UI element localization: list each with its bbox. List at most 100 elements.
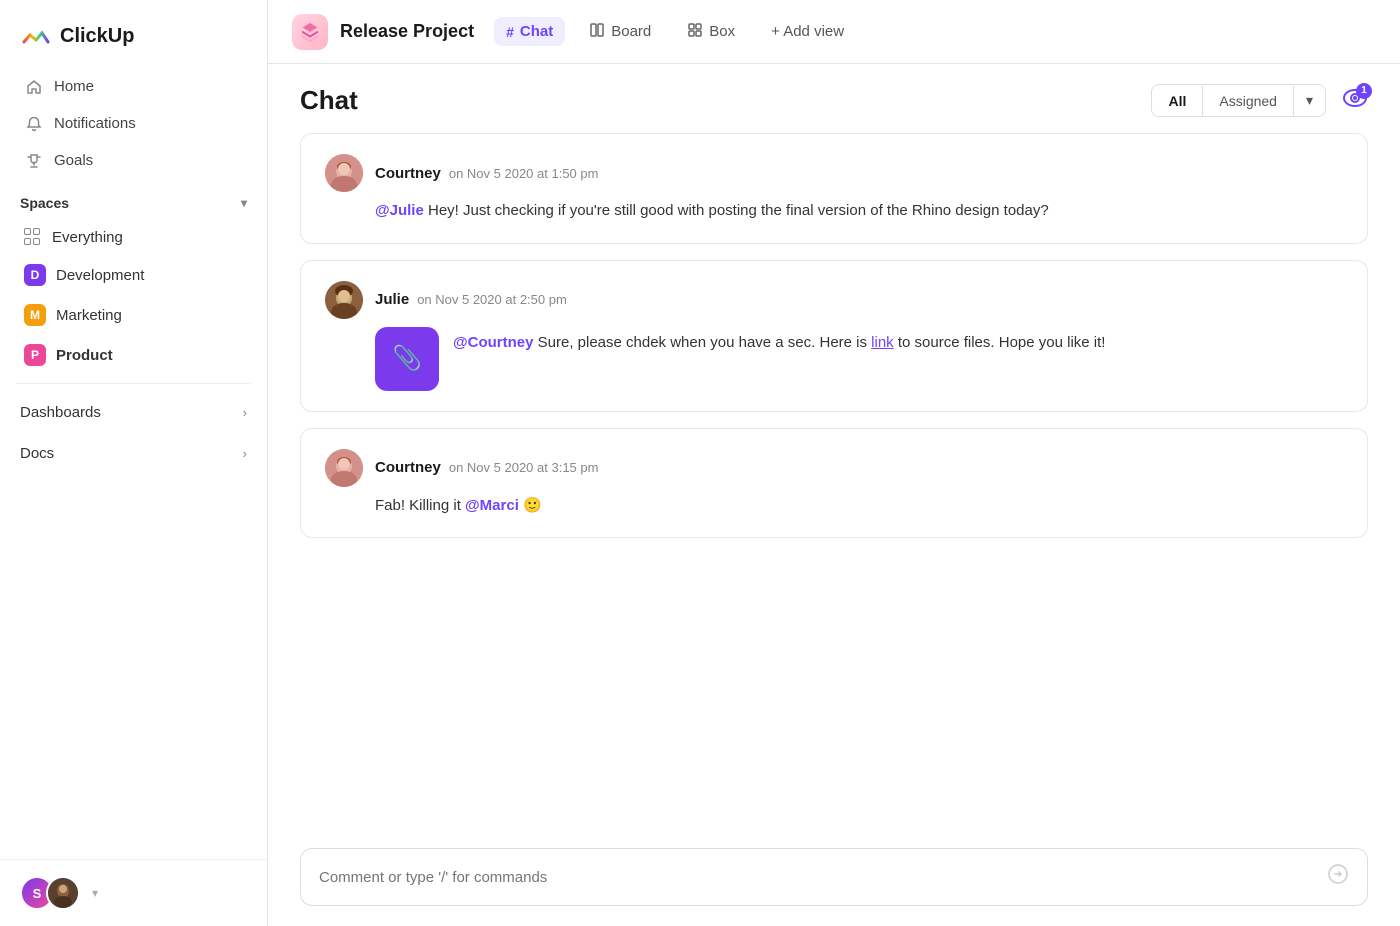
message-1-text: Hey! Just checking if you're still good … bbox=[428, 202, 1049, 219]
development-icon: D bbox=[24, 264, 46, 286]
project-title: Release Project bbox=[340, 21, 474, 42]
message-1-author: Courtney bbox=[375, 165, 441, 182]
sidebar-item-home[interactable]: Home bbox=[12, 68, 255, 105]
sidebar-nav: Home Notifications Goals bbox=[0, 68, 267, 179]
spaces-section-header[interactable]: Spaces ▾ bbox=[0, 179, 267, 219]
clickup-logo-icon bbox=[20, 20, 52, 52]
message-2-text-part2: to source files. Hope you like it! bbox=[898, 334, 1106, 351]
chat-area: Chat All Assigned ▾ 1 bbox=[268, 64, 1400, 926]
message-2-header: Julie on Nov 5 2020 at 2:50 pm bbox=[325, 281, 1343, 319]
sidebar: ClickUp Home Notifications bbox=[0, 0, 268, 926]
main-content: Release Project # Chat Board bbox=[268, 0, 1400, 926]
message-1: Courtney on Nov 5 2020 at 1:50 pm @Julie… bbox=[300, 133, 1368, 244]
sidebar-item-notifications-label: Notifications bbox=[54, 115, 136, 132]
message-3-time: on Nov 5 2020 at 3:15 pm bbox=[449, 460, 599, 475]
message-1-body: @Julie Hey! Just checking if you're stil… bbox=[325, 200, 1343, 223]
sidebar-item-everything-label: Everything bbox=[52, 229, 123, 246]
message-1-time: on Nov 5 2020 at 1:50 pm bbox=[449, 166, 599, 181]
comment-input[interactable] bbox=[319, 869, 1327, 886]
box-tab-icon bbox=[687, 22, 703, 41]
dashboards-chevron-icon: › bbox=[243, 405, 247, 420]
everything-icon bbox=[24, 228, 42, 246]
chat-header: Chat All Assigned ▾ 1 bbox=[268, 64, 1400, 133]
message-2-link[interactable]: link bbox=[871, 334, 894, 351]
message-2-text: @Courtney Sure, please chdek when you ha… bbox=[453, 327, 1105, 355]
message-2-body: 📎 @Courtney Sure, please chdek when you … bbox=[325, 327, 1343, 391]
sidebar-item-product-label: Product bbox=[56, 347, 113, 364]
logo-text: ClickUp bbox=[60, 25, 134, 48]
board-tab-label: Board bbox=[611, 23, 651, 40]
bell-icon bbox=[24, 116, 44, 132]
chat-tab-label: Chat bbox=[520, 23, 553, 40]
message-2-author: Julie bbox=[375, 291, 409, 308]
comment-bar bbox=[268, 832, 1400, 926]
sidebar-item-docs[interactable]: Docs › bbox=[0, 433, 267, 474]
tab-chat[interactable]: # Chat bbox=[494, 17, 565, 46]
message-1-mention: @Julie bbox=[375, 202, 424, 219]
message-2-time: on Nov 5 2020 at 2:50 pm bbox=[417, 292, 567, 307]
message-2-meta: Julie on Nov 5 2020 at 2:50 pm bbox=[375, 291, 567, 308]
tab-board[interactable]: Board bbox=[577, 16, 663, 47]
filter-dropdown-button[interactable]: ▾ bbox=[1294, 85, 1325, 116]
sidebar-item-development-label: Development bbox=[56, 267, 144, 284]
message-3-header: Courtney on Nov 5 2020 at 3:15 pm bbox=[325, 449, 1343, 487]
spaces-label: Spaces bbox=[20, 195, 69, 211]
sidebar-item-everything[interactable]: Everything bbox=[4, 219, 263, 255]
sidebar-item-notifications[interactable]: Notifications bbox=[12, 105, 255, 142]
filter-assigned-button[interactable]: Assigned bbox=[1203, 86, 1294, 116]
add-view-button[interactable]: + Add view bbox=[759, 17, 856, 46]
product-icon: P bbox=[24, 344, 46, 366]
message-1-meta: Courtney on Nov 5 2020 at 1:50 pm bbox=[375, 165, 598, 182]
chat-title: Chat bbox=[300, 85, 358, 116]
filter-chevron-icon: ▾ bbox=[1306, 92, 1313, 109]
message-2-mention: @Courtney bbox=[453, 334, 533, 351]
sidebar-item-dashboards[interactable]: Dashboards › bbox=[0, 392, 267, 433]
filter-group: All Assigned ▾ bbox=[1151, 84, 1326, 117]
message-2-text-part1: Sure, please chdek when you have a sec. … bbox=[538, 334, 872, 351]
user-avatars[interactable]: S bbox=[20, 876, 80, 910]
marketing-icon: M bbox=[24, 304, 46, 326]
tab-box[interactable]: Box bbox=[675, 16, 747, 47]
docs-chevron-icon: › bbox=[243, 446, 247, 461]
docs-label: Docs bbox=[20, 445, 54, 462]
box-tab-label: Box bbox=[709, 23, 735, 40]
message-3: Courtney on Nov 5 2020 at 3:15 pm Fab! K… bbox=[300, 428, 1368, 539]
sidebar-item-development[interactable]: D Development bbox=[4, 255, 263, 295]
project-icon bbox=[292, 14, 328, 50]
message-3-mention: @Marci bbox=[465, 497, 519, 514]
message-3-text-part1: Fab! Killing it bbox=[375, 497, 465, 514]
avatar-user-b bbox=[46, 876, 80, 910]
chat-tab-icon: # bbox=[506, 24, 514, 40]
send-icon bbox=[1327, 863, 1349, 891]
sidebar-item-marketing[interactable]: M Marketing bbox=[4, 295, 263, 335]
sidebar-item-marketing-label: Marketing bbox=[56, 307, 122, 324]
sidebar-item-home-label: Home bbox=[54, 78, 94, 95]
attachment-icon: 📎 bbox=[375, 327, 439, 391]
logo-area: ClickUp bbox=[0, 0, 267, 68]
message-1-header: Courtney on Nov 5 2020 at 1:50 pm bbox=[325, 154, 1343, 192]
messages-list: Courtney on Nov 5 2020 at 1:50 pm @Julie… bbox=[268, 133, 1400, 832]
sidebar-item-goals[interactable]: Goals bbox=[12, 142, 255, 179]
add-view-label: + Add view bbox=[771, 23, 844, 40]
home-icon bbox=[24, 79, 44, 95]
user-menu-chevron-icon: ▾ bbox=[92, 886, 98, 900]
watch-button[interactable]: 1 bbox=[1342, 87, 1368, 115]
sidebar-item-goals-label: Goals bbox=[54, 152, 93, 169]
message-3-meta: Courtney on Nov 5 2020 at 3:15 pm bbox=[375, 459, 598, 476]
sidebar-item-product[interactable]: P Product bbox=[4, 335, 263, 375]
message-2: Julie on Nov 5 2020 at 2:50 pm 📎 @Courtn… bbox=[300, 260, 1368, 412]
message-1-avatar bbox=[325, 154, 363, 192]
board-tab-icon bbox=[589, 22, 605, 41]
trophy-icon bbox=[24, 153, 44, 169]
message-3-author: Courtney bbox=[375, 459, 441, 476]
spaces-chevron-icon: ▾ bbox=[241, 196, 247, 210]
sidebar-divider bbox=[16, 383, 251, 384]
message-3-body: Fab! Killing it @Marci 🙂 bbox=[325, 495, 1343, 518]
topbar: Release Project # Chat Board bbox=[268, 0, 1400, 64]
message-3-avatar bbox=[325, 449, 363, 487]
sidebar-bottom: S ▾ bbox=[0, 859, 267, 926]
comment-input-wrapper bbox=[300, 848, 1368, 906]
message-3-emoji: 🙂 bbox=[523, 497, 542, 514]
filter-all-button[interactable]: All bbox=[1152, 86, 1203, 116]
watch-badge: 1 bbox=[1356, 83, 1372, 99]
